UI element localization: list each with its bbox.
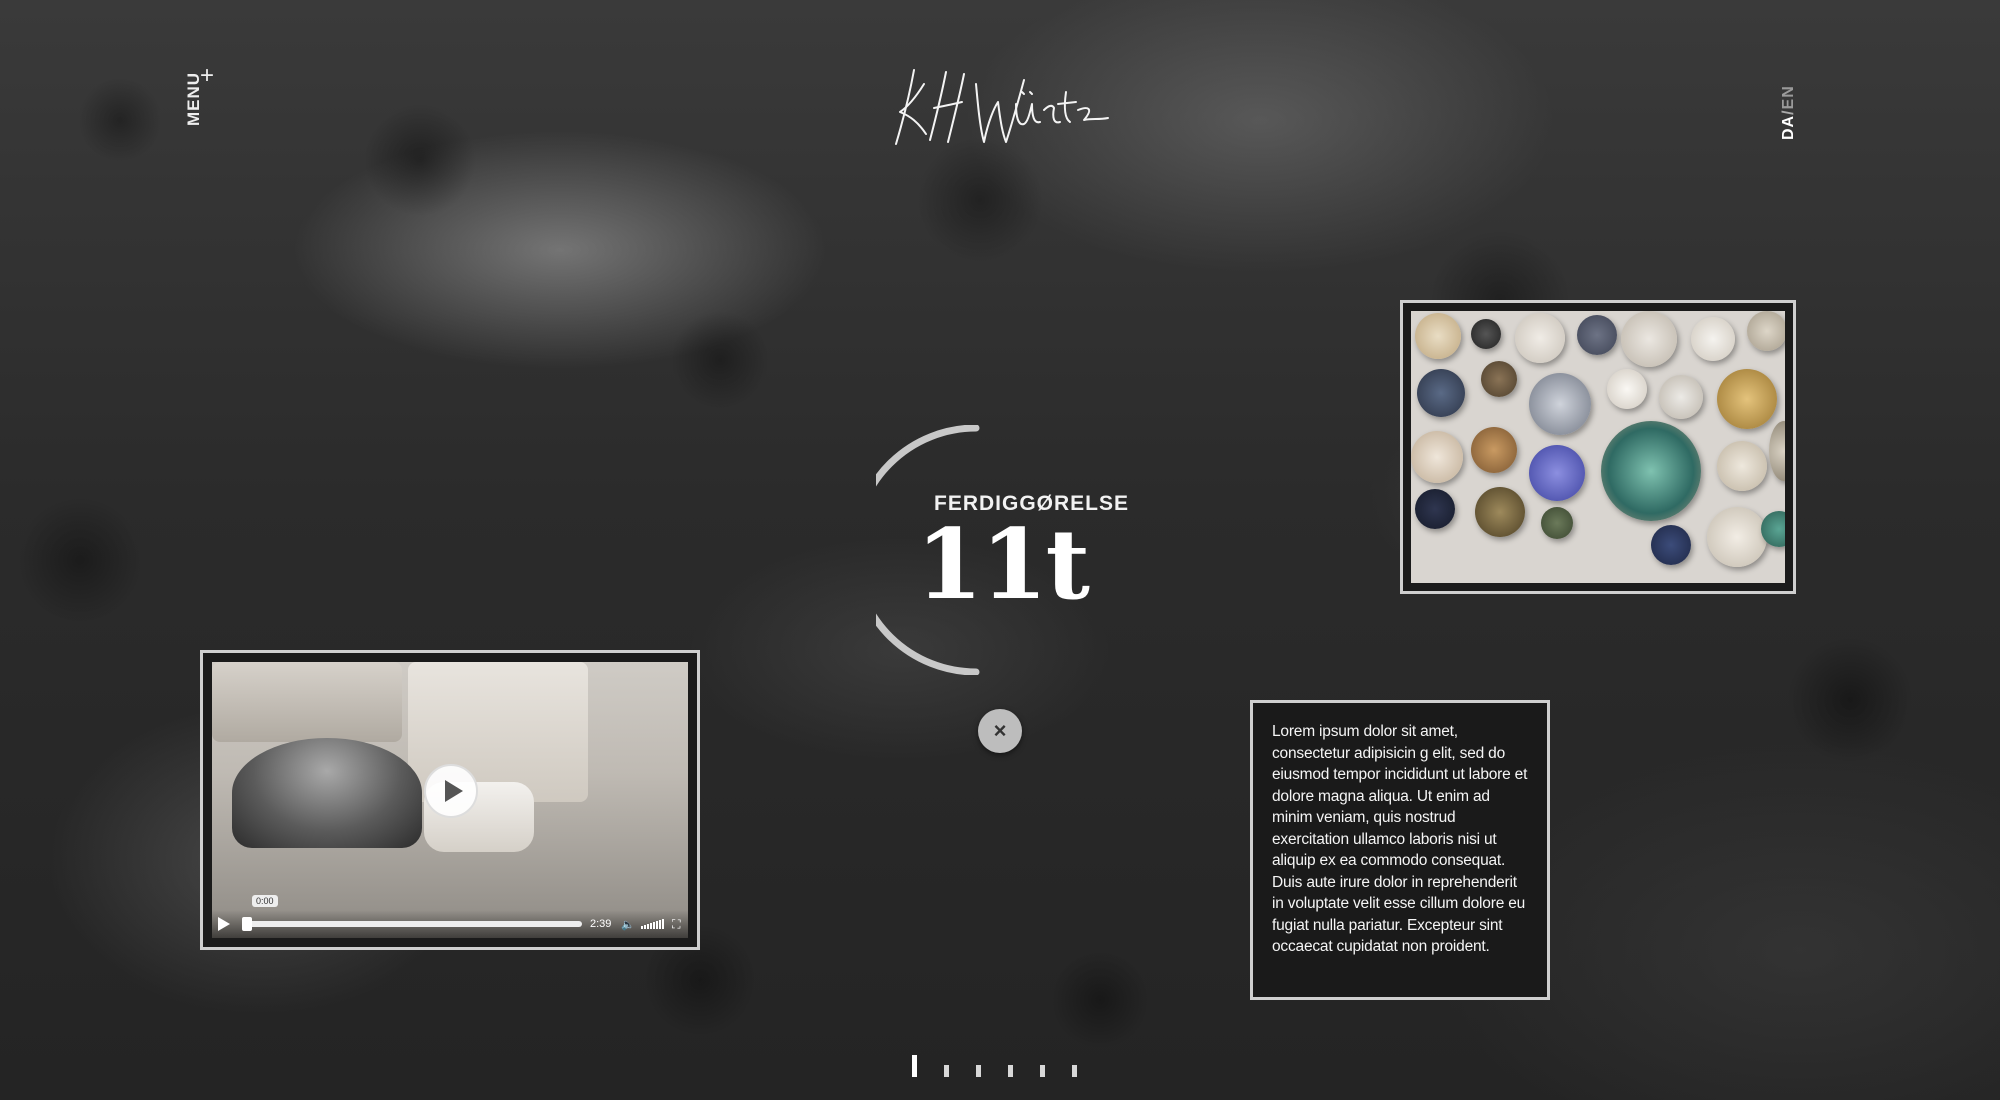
pager-dot[interactable] (912, 1055, 917, 1077)
video-thumbnail-bowls-back (212, 662, 402, 742)
slide-pager (912, 1055, 1077, 1077)
pager-dot[interactable] (1072, 1065, 1077, 1077)
fullscreen-icon[interactable]: ⛶ (672, 917, 680, 932)
video-duration: 2:39 (590, 918, 612, 930)
lang-separator: / (1780, 109, 1797, 115)
menu-label: MENU (184, 71, 203, 126)
stat-value: 11t (916, 508, 1090, 621)
play-button[interactable] (424, 764, 478, 818)
kh-wurtz-signature-logo[interactable] (884, 62, 1114, 152)
control-play-icon[interactable] (218, 917, 230, 931)
description-text: Lorem ipsum dolor sit amet, consectetur … (1272, 723, 1528, 955)
pager-dot[interactable] (944, 1065, 949, 1077)
video-thumbnail-bowl-front (232, 738, 422, 848)
ceramics-photo-frame[interactable] (1400, 300, 1796, 594)
close-button[interactable]: × (978, 709, 1022, 753)
video-scrubber[interactable]: 0:00 (242, 895, 582, 931)
volume-level[interactable] (641, 919, 665, 929)
scrubber-tooltip: 0:00 (252, 895, 278, 907)
description-box: Lorem ipsum dolor sit amet, consectetur … (1250, 700, 1550, 1000)
ceramics-photo (1411, 311, 1785, 583)
pager-dot[interactable] (1040, 1065, 1045, 1077)
language-switcher: DA/EN (1780, 85, 1798, 140)
lang-da-link[interactable]: DA (1780, 115, 1797, 140)
lang-en-link[interactable]: EN (1780, 85, 1797, 109)
video-player-frame: 0:00 2:39 🔈 ⛶ (200, 650, 700, 950)
pager-dot[interactable] (1008, 1065, 1013, 1077)
scrubber-handle[interactable] (242, 917, 252, 931)
pager-dot[interactable] (976, 1065, 981, 1077)
video-controls: 0:00 2:39 🔈 ⛶ (212, 895, 688, 938)
video-player[interactable]: 0:00 2:39 🔈 ⛶ (212, 662, 688, 938)
volume-icon[interactable]: 🔈 (621, 918, 635, 931)
menu-button[interactable]: + MENU (184, 64, 226, 144)
